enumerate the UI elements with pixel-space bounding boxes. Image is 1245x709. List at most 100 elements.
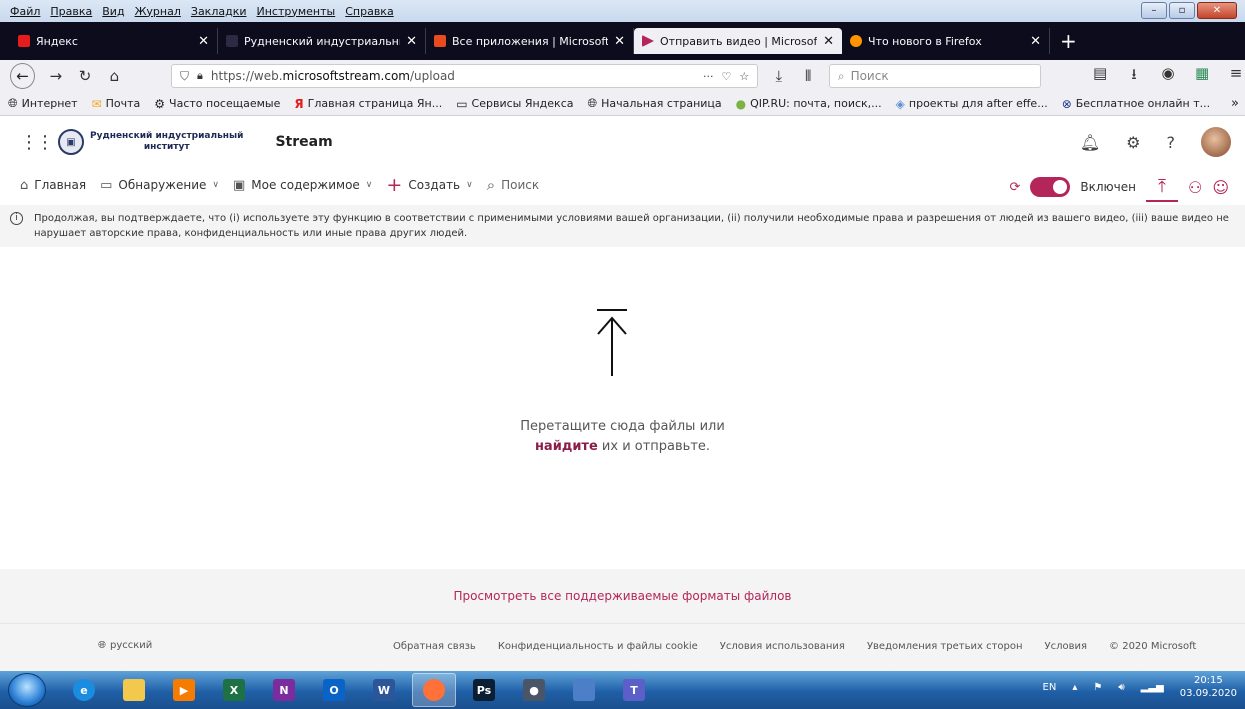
nav-discover[interactable]: ▭ Обнаружение ∨ <box>100 178 219 193</box>
browse-files-link[interactable]: найдите <box>535 439 598 454</box>
taskbar-app-button[interactable]: ● <box>512 673 556 707</box>
chevron-right-double-icon[interactable]: » <box>1231 96 1239 111</box>
taskbar-app-button[interactable] <box>412 673 456 707</box>
close-tab-icon[interactable]: ✕ <box>823 34 834 49</box>
menu-tools[interactable]: Инструменты <box>257 5 336 18</box>
settings-gear-icon[interactable]: ⚙ <box>1126 133 1140 152</box>
home-icon[interactable]: ⌂ <box>106 67 123 85</box>
taskbar-app-button[interactable]: X <box>212 673 256 707</box>
footer-link-terms[interactable]: Условия <box>1045 641 1088 652</box>
bookmark-ae-projects[interactable]: ◈ проекты для after effe... <box>896 97 1048 111</box>
footer-link-privacy[interactable]: Конфиденциальность и файлы cookie <box>498 641 698 652</box>
menu-edit[interactable]: Правка <box>50 5 92 18</box>
network-signal-icon[interactable]: ▂▃▅ <box>1141 682 1164 693</box>
taskbar-app-button[interactable]: W <box>362 673 406 707</box>
upload-drop-zone[interactable]: Перетащите сюда файлы или найдите их и о… <box>0 247 1245 569</box>
address-bar[interactable]: ⛉ 🔒︎ https://web.microsoftstream.com/upl… <box>171 64 759 88</box>
globe-icon: 🌐︎ <box>8 96 18 110</box>
flag-icon[interactable]: ⚑ <box>1093 682 1102 693</box>
taskbar-app-button[interactable]: T <box>612 673 656 707</box>
product-name[interactable]: Stream <box>275 134 332 150</box>
bookmark-start-page[interactable]: 🌐︎ Начальная страница <box>587 96 721 111</box>
close-tab-icon[interactable]: ✕ <box>198 34 209 49</box>
tab-firefox-news[interactable]: Что нового в Firefox ✕ <box>842 28 1050 54</box>
bell-icon[interactable]: 🔔︎ <box>1080 133 1100 152</box>
taskbar-app-button[interactable]: O <box>312 673 356 707</box>
minimize-button[interactable]: – <box>1141 2 1167 19</box>
reader-icon[interactable]: ▤ <box>1091 64 1109 89</box>
lock-icon[interactable]: 🔒︎ <box>197 69 203 83</box>
app-launcher-icon[interactable]: ⋮⋮⋮ <box>20 132 70 153</box>
avatar[interactable] <box>1201 127 1231 157</box>
shield-icon[interactable]: ⛉ <box>180 69 189 84</box>
nav-search[interactable]: ⌕ Поиск <box>487 176 539 194</box>
bookmark-label: проекты для after effe... <box>908 97 1048 110</box>
download-arrow-icon[interactable]: ⭳ <box>1125 64 1143 89</box>
menu-file[interactable]: Файл <box>10 5 40 18</box>
bookmark-qip[interactable]: ● QIP.RU: почта, поиск,... <box>736 97 882 111</box>
windows-taskbar: e ▶ X N O W Ps ● T EN ▴ ⚑ 🔊︎ ▂▃▅ 20:15 03.09.202… <box>0 671 1245 709</box>
close-tab-icon[interactable]: ✕ <box>614 34 625 49</box>
tray-expand-icon[interactable]: ▴ <box>1072 682 1077 693</box>
bookmark-yandex-services[interactable]: ▭ Сервисы Яндекса <box>456 97 573 111</box>
tab-yandex[interactable]: Яндекс ✕ <box>10 28 218 54</box>
menu-bookmarks[interactable]: Закладки <box>191 5 247 18</box>
tab-stream-upload[interactable]: Отправить видео | Microsoft S ✕ <box>634 28 842 54</box>
taskbar-app-button[interactable]: ▶ <box>162 673 206 707</box>
nav-create[interactable]: + Создать ∨ <box>386 174 472 196</box>
maximize-button[interactable]: ▫ <box>1169 2 1195 19</box>
downloads-icon[interactable]: ⤓ <box>770 67 787 85</box>
upload-icon[interactable]: ⤒ <box>1145 172 1178 202</box>
add-person-icon[interactable]: ⚇ <box>1188 178 1202 197</box>
start-button[interactable] <box>8 673 46 707</box>
back-icon[interactable]: ← <box>10 63 36 89</box>
reload-icon[interactable]: ↻ <box>76 67 93 85</box>
taskbar-app-button[interactable] <box>112 673 156 707</box>
supported-formats-link[interactable]: Просмотреть все поддерживаемые форматы ф… <box>453 589 791 603</box>
qip-icon: ● <box>735 96 747 111</box>
menu-view[interactable]: Вид <box>102 5 124 18</box>
bookmark-star-icon[interactable]: ☆ <box>739 70 749 83</box>
taskbar-app-button[interactable] <box>562 673 606 707</box>
smiley-feedback-icon[interactable]: ☺ <box>1212 178 1229 197</box>
input-language[interactable]: EN <box>1043 682 1057 693</box>
tab-rudny[interactable]: Рудненский индустриальный ✕ <box>218 28 426 54</box>
menu-help[interactable]: Справка <box>345 5 393 18</box>
bookmark-internet[interactable]: 🌐︎ Интернет <box>8 96 78 111</box>
bookmark-free-online[interactable]: ⊗ Бесплатное онлайн т... <box>1062 97 1210 111</box>
pocket-icon[interactable]: ♡ <box>721 70 731 83</box>
bookmark-frequent[interactable]: ⚙ Часто посещаемые <box>154 97 280 111</box>
volume-icon[interactable]: 🔊︎ <box>1118 682 1124 693</box>
help-icon[interactable]: ? <box>1167 133 1176 152</box>
library-icon[interactable]: ⫴ <box>800 67 817 85</box>
nav-my-content[interactable]: ▣ Мое содержимое ∨ <box>233 178 372 193</box>
forward-icon[interactable]: → <box>47 67 64 85</box>
page-actions-icon[interactable]: ··· <box>703 70 714 83</box>
close-tab-icon[interactable]: ✕ <box>1030 34 1041 49</box>
drop-line1: Перетащите сюда файлы или <box>520 419 725 434</box>
org-logo[interactable]: ▣ Рудненский индустриальный институт <box>58 129 243 155</box>
teams-icon: T <box>623 679 645 701</box>
close-tab-icon[interactable]: ✕ <box>406 34 417 49</box>
nav-home[interactable]: ⌂ Главная <box>20 178 86 193</box>
taskbar-app-button[interactable]: e <box>62 673 106 707</box>
url-text[interactable]: https://web.microsoftstream.com/upload <box>211 69 695 83</box>
footer-link-terms-of-use[interactable]: Условия использования <box>720 641 845 652</box>
menu-history[interactable]: Журнал <box>135 5 181 18</box>
taskbar-app-button[interactable]: N <box>262 673 306 707</box>
bookmark-mail[interactable]: ✉ Почта <box>92 97 141 111</box>
language-selector[interactable]: 🌐︎ русский <box>98 640 152 651</box>
new-tab-icon[interactable]: + <box>1060 29 1077 53</box>
clock[interactable]: 20:15 03.09.2020 <box>1180 674 1237 700</box>
new-experience-toggle[interactable] <box>1030 177 1071 197</box>
footer-link-third-party[interactable]: Уведомления третьих сторон <box>867 641 1023 652</box>
tab-office-apps[interactable]: Все приложения | Microsoft O ✕ <box>426 28 634 54</box>
footer-link-feedback[interactable]: Обратная связь <box>393 641 476 652</box>
privacy-icon[interactable]: ◉ <box>1159 64 1177 89</box>
extension-icon[interactable]: ▦ <box>1193 64 1211 89</box>
search-input[interactable]: ⌕ Поиск <box>828 64 1042 88</box>
hamburger-menu-icon[interactable]: ≡ <box>1227 64 1245 89</box>
bookmark-yandex-home[interactable]: Я Главная страница Ян... <box>294 97 442 111</box>
taskbar-app-button[interactable]: Ps <box>462 673 506 707</box>
close-window-button[interactable]: ✕ <box>1197 2 1237 19</box>
